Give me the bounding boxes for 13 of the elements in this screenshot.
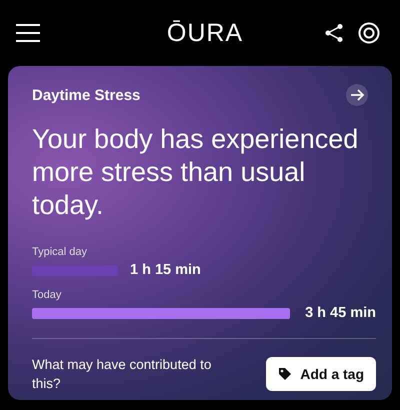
menu-icon[interactable] xyxy=(16,24,40,42)
share-icon[interactable] xyxy=(324,23,344,43)
logo: ŌURA xyxy=(166,18,244,48)
tag-icon xyxy=(278,367,292,381)
target-icon[interactable] xyxy=(358,22,380,44)
bar-label: Today xyxy=(32,289,62,301)
bar-label: Typical day xyxy=(32,246,88,258)
card-title: Daytime Stress xyxy=(32,86,140,104)
question-text: What may have contributed to this? xyxy=(32,356,212,393)
headline: Your body has experienced more stress than usual today. xyxy=(32,123,360,222)
duration-reading: 3 h 45 min xyxy=(305,305,376,321)
add-tag-button[interactable]: Add a tag xyxy=(266,357,376,391)
duration-reading: 1 h 15 min xyxy=(130,262,201,278)
